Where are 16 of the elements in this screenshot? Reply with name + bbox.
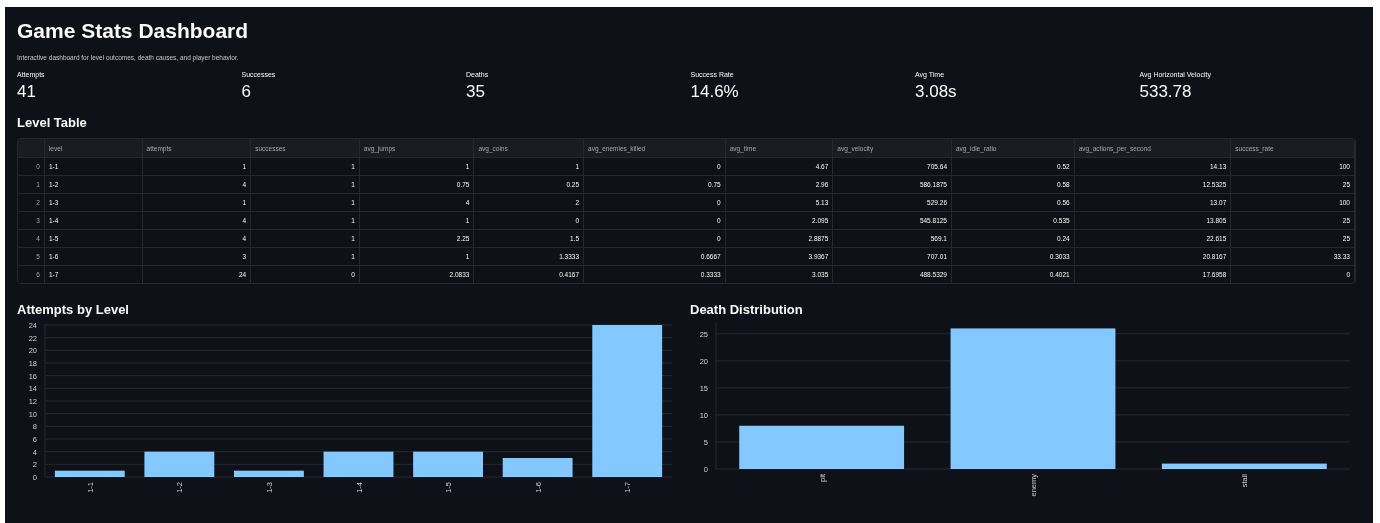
bar: [234, 470, 304, 477]
chart-heading: Death Distribution: [690, 302, 804, 317]
metric-value: 533.78: [1139, 82, 1193, 102]
metric-value: 14.6%: [690, 82, 740, 102]
bar: [413, 451, 483, 477]
metric-value: 41: [17, 82, 37, 102]
bar: [502, 458, 573, 477]
chart-heading: Attempts by Level: [17, 302, 130, 317]
bar: [323, 451, 394, 477]
section-heading: Level Table: [17, 115, 88, 130]
metric-value: 35: [466, 82, 486, 102]
bar: [54, 470, 125, 477]
metric-value: 3.08s: [915, 82, 958, 102]
metric-value: 6: [241, 82, 252, 102]
bar: [144, 451, 215, 477]
page-title: Game Stats Dashboard: [17, 19, 250, 43]
